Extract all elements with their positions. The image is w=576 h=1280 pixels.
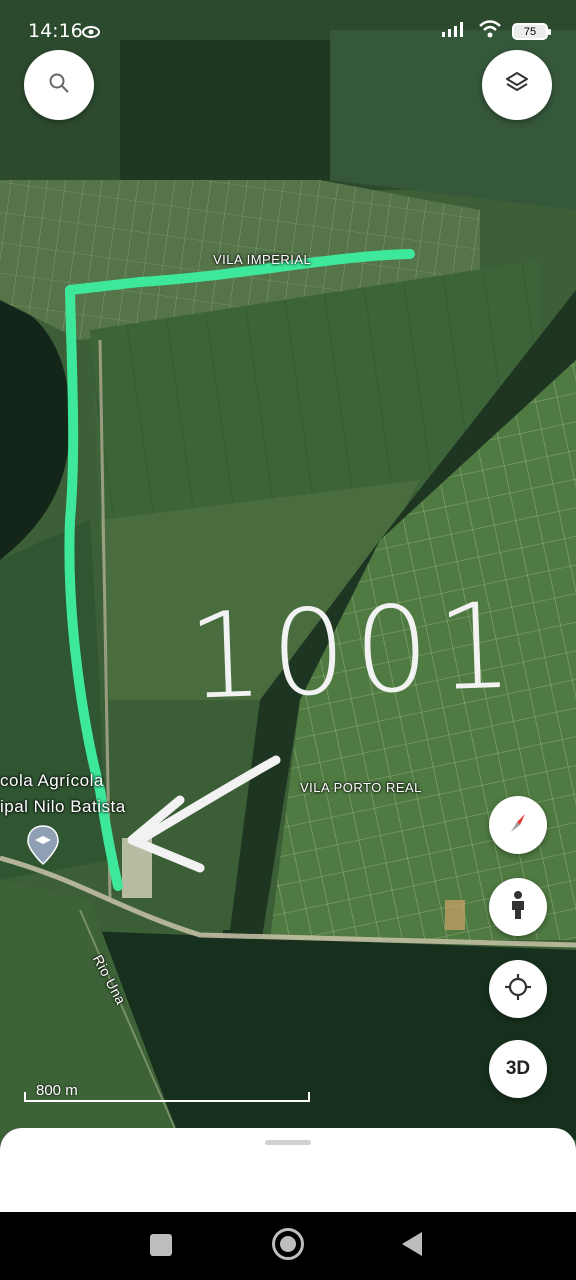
scale-bar — [24, 1092, 310, 1102]
status-bar: 14:16 75 — [0, 0, 576, 56]
street-view-button[interactable] — [489, 878, 547, 936]
layers-icon — [504, 70, 530, 101]
label-school-line1: cola Agrícola — [0, 771, 104, 790]
layers-button[interactable] — [482, 50, 552, 120]
home-button[interactable] — [272, 1228, 304, 1260]
my-location-button[interactable] — [489, 960, 547, 1018]
label-school: cola Agrícola ipal Nilo Batista — [0, 768, 126, 820]
status-time: 14:16 — [28, 20, 83, 42]
signal-icon — [442, 21, 468, 42]
battery-icon: 75 — [512, 23, 551, 40]
3d-label: 3D — [505, 1058, 531, 1079]
map-scale: 800 m — [24, 1082, 310, 1102]
label-vila-porto-real: VILA PORTO REAL — [300, 780, 422, 795]
bottom-sheet[interactable] — [0, 1128, 576, 1212]
search-icon — [48, 72, 70, 99]
status-icons: 75 — [442, 20, 551, 43]
wifi-icon — [478, 20, 502, 43]
person-icon — [508, 890, 528, 925]
compass-icon — [503, 808, 533, 843]
battery-level: 75 — [523, 25, 537, 38]
scale-label: 800 m — [36, 1082, 78, 1099]
locate-icon — [503, 972, 533, 1007]
annotation-text: 1001 — [185, 576, 523, 726]
label-vila-imperial: VILA IMPERIAL — [213, 252, 312, 267]
search-button[interactable] — [24, 50, 94, 120]
back-button[interactable] — [402, 1232, 422, 1256]
recent-apps-button[interactable] — [150, 1234, 172, 1256]
label-school-line2: ipal Nilo Batista — [0, 797, 126, 816]
3d-button[interactable]: 3D — [489, 1040, 547, 1098]
compass-button[interactable] — [489, 796, 547, 854]
navigation-bar — [0, 1212, 576, 1280]
eye-icon — [82, 25, 100, 43]
map-view[interactable]: 1001 VILA IMPERIAL VILA PORTO REAL cola … — [0, 0, 576, 1280]
sheet-drag-handle[interactable] — [265, 1140, 311, 1145]
